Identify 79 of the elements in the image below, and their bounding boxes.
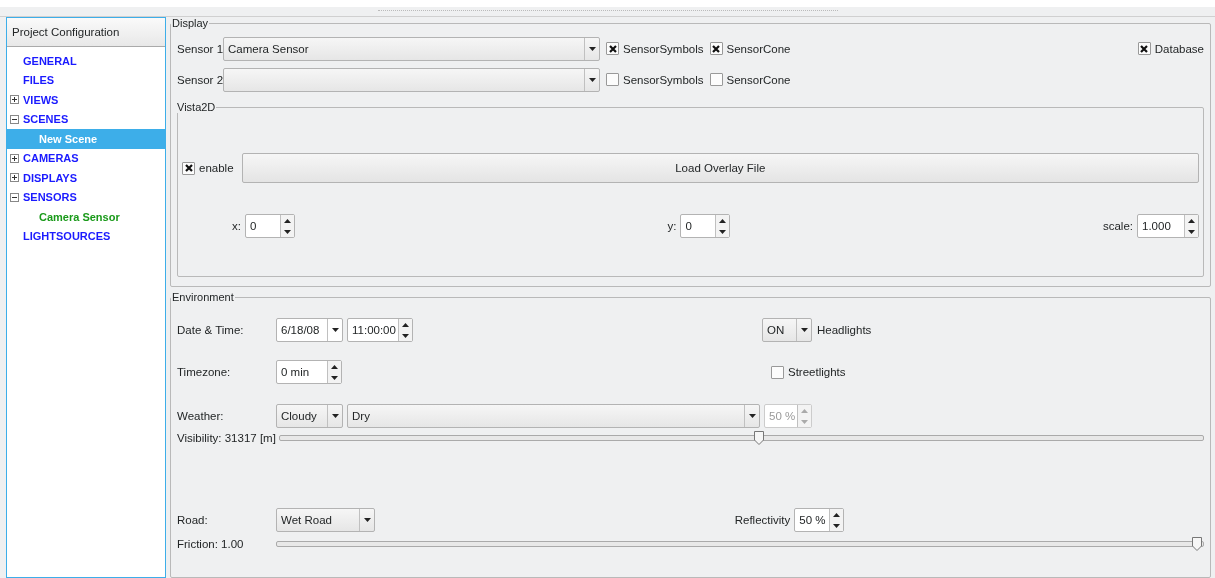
headlights-dropdown[interactable]: ON: [762, 318, 812, 342]
group-title: Vista2D: [176, 101, 217, 113]
spin-up-icon[interactable]: [283, 218, 291, 223]
dropdown-arrow-icon: [588, 46, 596, 51]
spin-down-icon[interactable]: [833, 523, 841, 528]
time-spinbox[interactable]: 11:00:00: [347, 318, 413, 342]
road-dropdown[interactable]: Wet Road: [276, 508, 375, 532]
spin-up-icon[interactable]: [719, 218, 727, 223]
tree-item[interactable]: SCENES: [7, 109, 165, 129]
field-label: Sensor 1: [177, 42, 223, 55]
tree-item[interactable]: Camera Sensor: [7, 207, 165, 227]
checkbox-label: SensorCone: [726, 42, 791, 55]
dropdown-arrow-icon: [748, 414, 756, 418]
checkbox-label: Streetlights: [788, 366, 846, 378]
spin-down-icon[interactable]: [283, 229, 291, 234]
field-label: y:: [667, 220, 677, 232]
spin-up-icon[interactable]: [331, 364, 338, 369]
tree-item[interactable]: SENSORS: [7, 187, 165, 207]
dropdown-arrow-icon: [331, 328, 339, 332]
spin-up-icon[interactable]: [1188, 218, 1195, 223]
checkbox[interactable]: [709, 73, 723, 86]
tree-item[interactable]: VIEWS: [7, 90, 165, 110]
spin-up-icon[interactable]: [833, 512, 841, 517]
checkbox-label: SensorCone: [726, 73, 791, 86]
condition-dropdown[interactable]: Dry: [347, 404, 760, 428]
scale-spinbox[interactable]: 1.000: [1137, 214, 1199, 238]
timezone-spinbox[interactable]: 0 min: [276, 360, 342, 384]
checkbox-label: Database: [1154, 42, 1204, 55]
y-spinbox[interactable]: 0: [680, 214, 731, 238]
tree-item[interactable]: CAMERAS: [7, 148, 165, 168]
group-title: Environment: [171, 291, 235, 303]
field-label: Weather:: [177, 410, 225, 422]
slider-handle[interactable]: [1192, 537, 1202, 551]
x-spinbox[interactable]: 0: [244, 214, 295, 238]
sensor-dropdown[interactable]: Camera Sensor: [223, 36, 600, 61]
date-dropdown[interactable]: 6/18/08: [276, 318, 343, 342]
checkbox[interactable]: [606, 42, 619, 55]
field-label: scale:: [1102, 220, 1133, 232]
checkbox-label: enable: [199, 162, 234, 174]
field-label: Sensor 2: [177, 73, 223, 86]
reflectivity-spinbox[interactable]: 50 %: [794, 508, 845, 532]
field-label: Reflectivity: [734, 514, 791, 526]
spin-up-icon[interactable]: [402, 322, 409, 327]
spin-down-icon[interactable]: [719, 229, 727, 234]
checkbox[interactable]: [606, 73, 619, 86]
dropdown-arrow-icon: [363, 518, 371, 522]
expand-icon[interactable]: [10, 173, 19, 183]
load-overlay-button[interactable]: Load Overlay File: [241, 153, 1199, 183]
tree-header: Project Configuration: [7, 18, 165, 47]
field-label: Road:: [177, 514, 209, 526]
field-label: Visibility: 31317 [m]: [177, 432, 276, 444]
spin-down-icon[interactable]: [331, 375, 338, 380]
spin-down-icon[interactable]: [1188, 229, 1195, 234]
dropdown-arrow-icon: [588, 77, 596, 82]
expand-icon[interactable]: [10, 95, 19, 105]
tree-item[interactable]: FILES: [7, 70, 165, 90]
group-title: Display: [171, 17, 210, 29]
slider-handle[interactable]: [754, 431, 765, 445]
checkbox[interactable]: [1137, 42, 1151, 55]
collapse-icon[interactable]: [10, 192, 19, 202]
field-label: x:: [232, 220, 241, 232]
field-label: Headlights: [817, 324, 872, 336]
dropdown-arrow-icon: [331, 414, 339, 418]
tree-item[interactable]: GENERAL: [7, 51, 165, 71]
field-label: Friction: 1.00: [177, 538, 245, 550]
field-label: Date & Time:: [177, 324, 245, 336]
expand-icon[interactable]: [10, 153, 19, 163]
checkbox[interactable]: [771, 365, 784, 379]
checkbox[interactable]: [709, 42, 723, 55]
checkbox-label: SensorSymbols: [623, 42, 704, 55]
tree-item[interactable]: DISPLAYS: [7, 168, 165, 188]
checkbox-label: SensorSymbols: [623, 73, 704, 86]
dropdown-arrow-icon: [800, 328, 808, 332]
spin-down-icon[interactable]: [402, 333, 409, 338]
tree-item[interactable]: LIGHTSOURCES: [7, 226, 165, 246]
checkbox[interactable]: [182, 161, 195, 175]
collapse-icon[interactable]: [10, 114, 19, 124]
field-label: Timezone:: [177, 366, 232, 378]
weather-dropdown[interactable]: Cloudy: [276, 404, 343, 428]
